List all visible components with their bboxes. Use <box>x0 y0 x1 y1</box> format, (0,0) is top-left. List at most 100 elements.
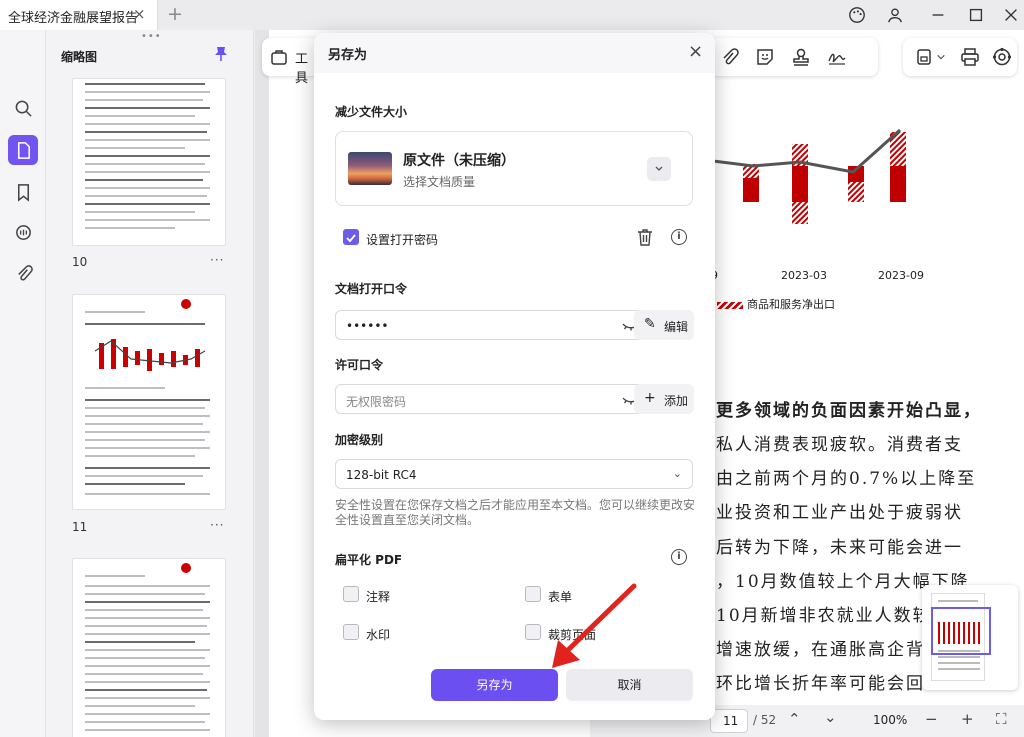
encryption-heading: 加密级别 <box>335 433 384 447</box>
minimize-icon[interactable] <box>927 4 949 26</box>
thumbnail-panel: ••• 缩略图 10 ··· 11 ··· <box>46 30 254 737</box>
file-quality-name: 原文件（未压缩） <box>403 153 515 169</box>
flatten-forms-checkbox[interactable] <box>525 586 541 602</box>
dialog-header: 另存为 × <box>314 33 715 73</box>
print-icon[interactable] <box>959 46 981 68</box>
permission-password-placeholder: 无权限密码 <box>346 395 407 409</box>
share-icon[interactable] <box>991 46 1013 68</box>
document-text-line: 后转为下降，未来可能会进一 <box>716 538 963 558</box>
page-thumbnail-11[interactable] <box>72 294 226 510</box>
chevron-down-icon: ⌄ <box>672 467 682 480</box>
file-quality-card[interactable]: 原文件（未压缩） 选择文档质量 <box>335 131 693 206</box>
minimap-viewport[interactable] <box>931 607 991 655</box>
chart-bar <box>743 164 759 202</box>
attachment-icon[interactable] <box>8 258 38 288</box>
close-window-icon[interactable] <box>1000 4 1022 26</box>
thumbnails-icon[interactable] <box>8 135 38 165</box>
document-text-line: 业投资和工业产出处于疲弱状 <box>716 503 963 523</box>
tab-close-icon[interactable]: × <box>133 5 146 23</box>
file-toolbar <box>903 38 1017 76</box>
document-text-line: 私人消费表现疲软。消费者支 <box>716 435 963 455</box>
flatten-annotations-checkbox[interactable] <box>343 586 359 602</box>
account-icon[interactable] <box>884 4 906 26</box>
reduce-size-heading: 减少文件大小 <box>335 105 408 119</box>
attach-icon[interactable] <box>718 46 740 68</box>
thumbnail-page-number: 10 <box>72 255 88 269</box>
page-total: / 52 <box>753 713 777 727</box>
save-as-dialog: 另存为 × 减少文件大小 原文件（未压缩） 选择文档质量 设置打开密码 i 文档… <box>314 33 715 720</box>
toolbox-icon[interactable] <box>268 46 290 68</box>
flatten-option-label: 水印 <box>366 628 391 642</box>
document-text-line: 环比增长折年率可能会回 <box>716 674 925 694</box>
fit-page-icon[interactable]: ⛶ <box>996 710 1007 728</box>
bookmark-icon[interactable] <box>8 177 38 207</box>
close-icon[interactable]: × <box>688 41 703 62</box>
stamp-icon[interactable] <box>790 46 812 68</box>
theme-palette-icon[interactable] <box>846 4 868 26</box>
page-thumbnail-12[interactable] <box>72 558 226 737</box>
check-icon <box>346 234 356 243</box>
trash-icon[interactable] <box>637 228 653 250</box>
maximize-icon[interactable] <box>965 4 987 26</box>
red-arrow-annotation <box>552 583 637 668</box>
page-minimap[interactable] <box>922 585 1018 690</box>
legend-label: 商品和服务净出口 <box>747 298 835 311</box>
thumbnail-more-button[interactable]: ··· <box>210 518 224 532</box>
page-thumbnail-10[interactable] <box>72 78 226 246</box>
edit-password-button[interactable]: ✎ 编辑 <box>634 310 694 340</box>
chevron-down-icon[interactable] <box>935 46 947 68</box>
save-as-button[interactable]: 另存为 <box>431 669 558 701</box>
open-password-value: •••••• <box>346 319 389 333</box>
legend-swatch <box>717 301 743 309</box>
pencil-icon: ✎ <box>644 316 656 332</box>
chart-x-tick: 2023-09 <box>878 269 924 282</box>
zoom-in-icon[interactable]: + <box>961 710 974 728</box>
plus-icon: + <box>644 390 656 406</box>
panel-resize-handle[interactable]: ••• <box>141 31 162 42</box>
permission-password-heading: 许可口令 <box>335 358 384 372</box>
permission-password-field[interactable]: 无权限密码 <box>335 384 651 414</box>
chart-x-tick: 2023-03 <box>781 269 827 282</box>
page-number-input[interactable]: 11 <box>710 709 748 733</box>
encryption-note: 安全性设置在您保存文档之后才能应用至本文档。您可以继续更改安全性设置直至您关闭文… <box>335 498 696 527</box>
zoom-out-icon[interactable]: − <box>925 710 938 728</box>
open-password-heading: 文档打开口令 <box>335 282 408 296</box>
tools-toolbar[interactable]: 工具 <box>262 38 320 86</box>
edit-password-label: 编辑 <box>664 320 689 334</box>
sticker-icon[interactable] <box>754 46 776 68</box>
document-text-line: 由之前两个月的0.7%以上降至 <box>716 469 977 489</box>
next-page-icon[interactable]: ⌄ <box>824 708 837 726</box>
flatten-option-label: 注释 <box>366 590 391 604</box>
flatten-heading: 扁平化 PDF <box>335 553 403 567</box>
info-icon[interactable]: i <box>671 229 687 245</box>
new-tab-button[interactable]: + <box>167 3 183 25</box>
document-tab[interactable]: 全球经济金融展望报告 × <box>0 0 158 30</box>
file-quality-subtitle: 选择文档质量 <box>403 175 476 189</box>
save-icon[interactable] <box>913 46 935 68</box>
previous-page-icon[interactable]: ⌃ <box>788 710 801 728</box>
thumbnail-more-button[interactable]: ··· <box>210 253 224 267</box>
tab-title: 全球经济金融展望报告 <box>8 11 139 26</box>
encryption-select[interactable]: 128-bit RC4 ⌄ <box>335 459 693 489</box>
pin-icon[interactable] <box>214 46 228 66</box>
comment-icon[interactable] <box>8 218 38 248</box>
dialog-title: 另存为 <box>328 48 368 63</box>
search-icon[interactable] <box>8 93 38 123</box>
chart-legend: 商品和服务净出口 <box>717 296 835 312</box>
add-permission-button[interactable]: + 添加 <box>634 384 694 414</box>
info-icon[interactable]: i <box>671 549 687 565</box>
flatten-crop-checkbox[interactable] <box>525 624 541 640</box>
set-password-label: 设置打开密码 <box>366 233 439 247</box>
set-password-checkbox[interactable] <box>343 229 359 245</box>
chevron-down-icon <box>655 166 663 171</box>
flatten-watermark-checkbox[interactable] <box>343 624 359 640</box>
chart-bar <box>792 144 808 224</box>
open-password-field[interactable]: •••••• <box>335 310 651 340</box>
zoom-level[interactable]: 100% <box>873 713 907 727</box>
document-text-line: 增速放缓，在通胀高企背景 <box>716 640 944 660</box>
file-thumbnail <box>348 152 392 185</box>
quality-dropdown-button[interactable] <box>647 157 671 181</box>
signature-icon[interactable] <box>826 46 848 68</box>
background-chart <box>705 128 906 224</box>
document-text-line: 更多领域的负面因素开始凸显， <box>716 401 982 421</box>
